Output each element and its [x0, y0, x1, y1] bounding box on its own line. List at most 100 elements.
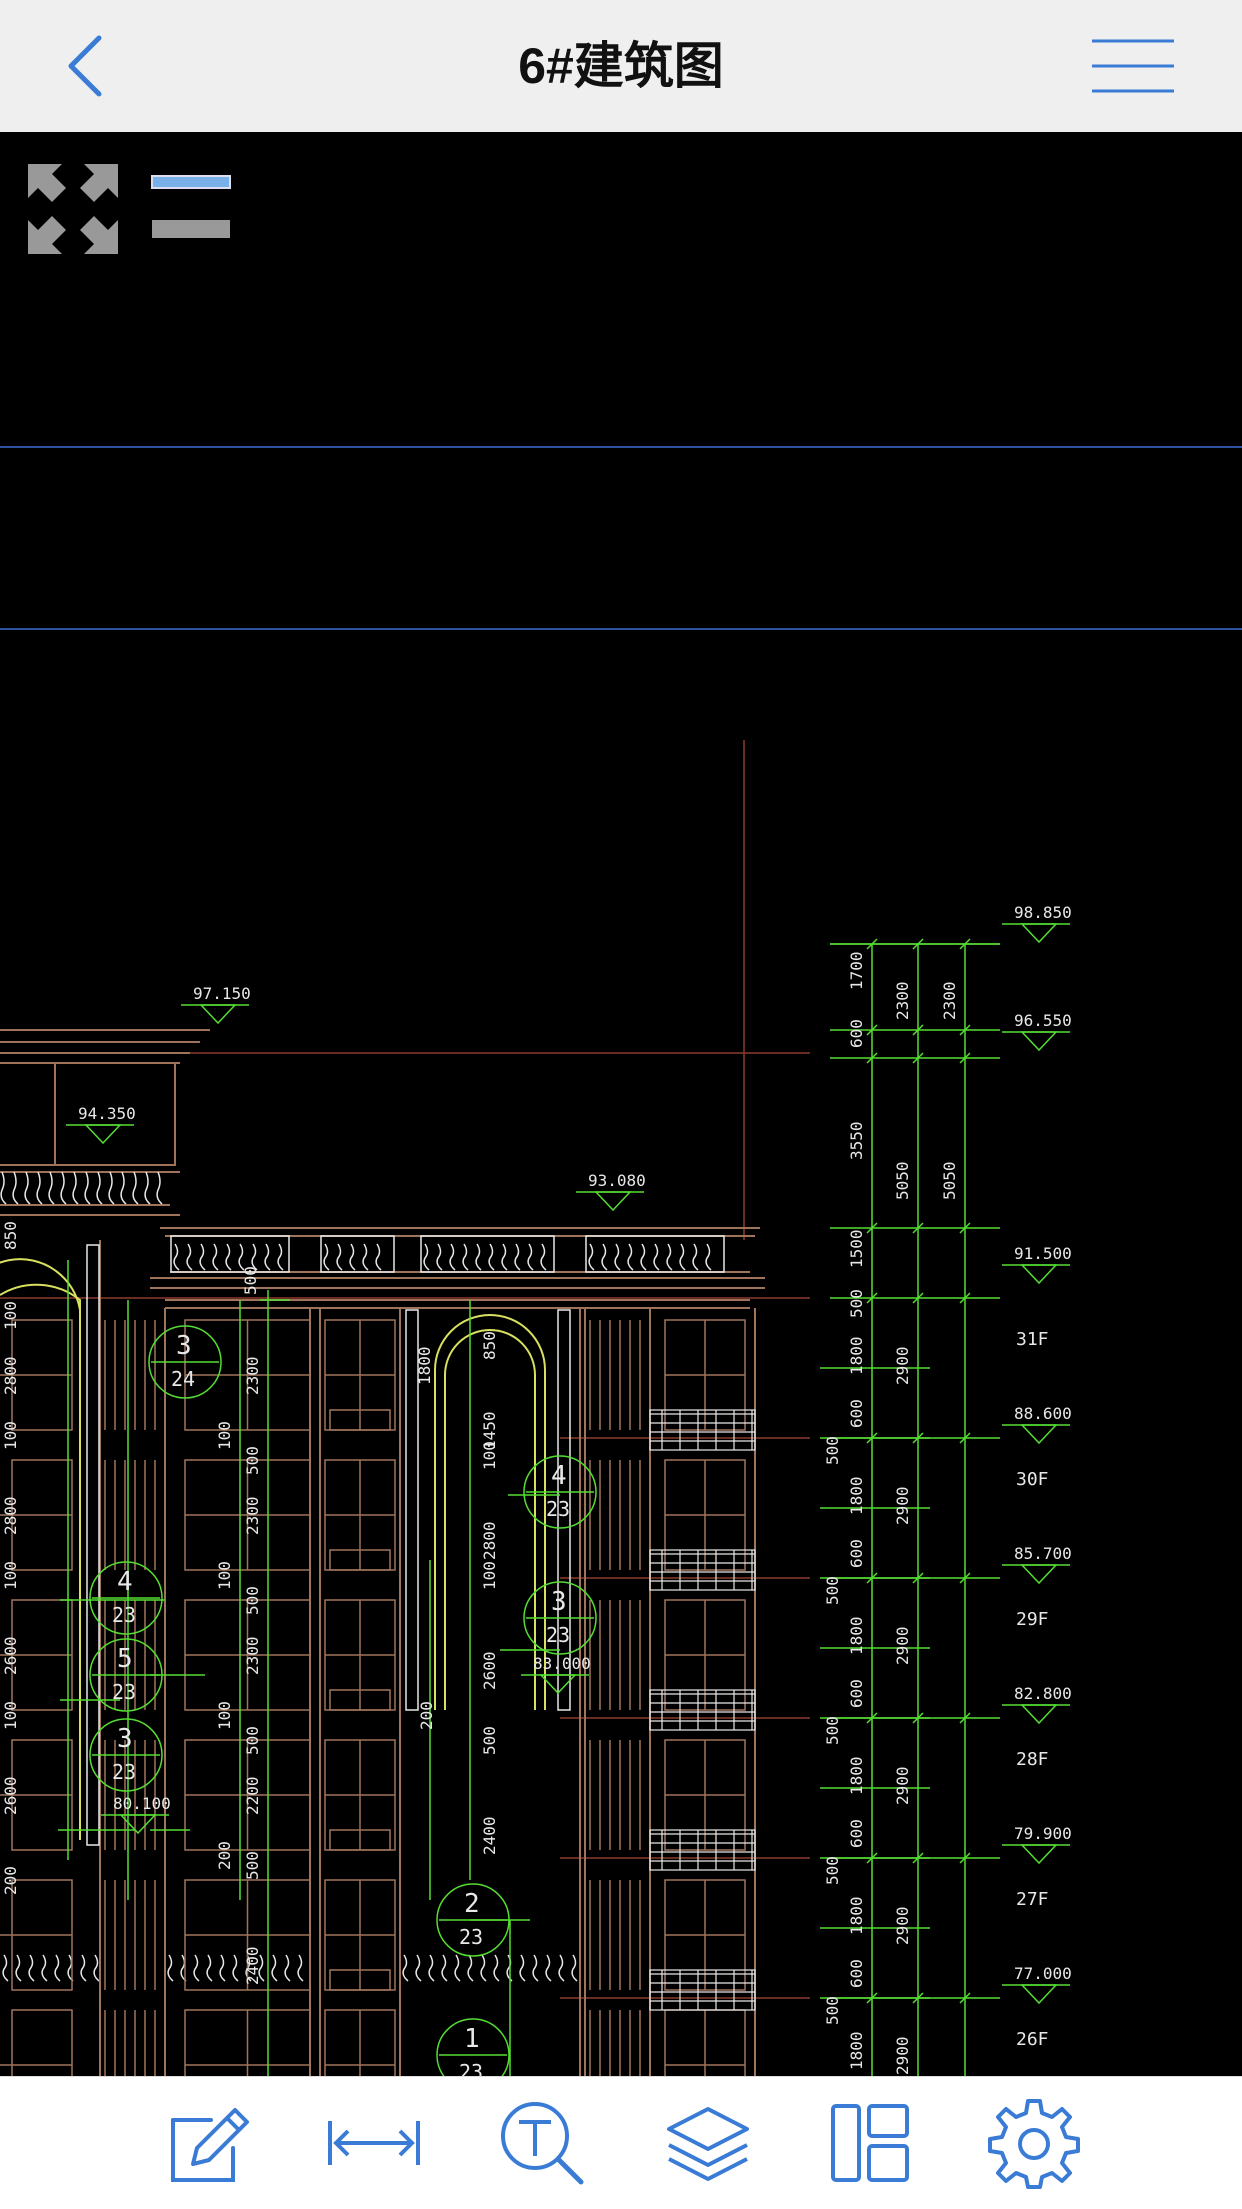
baluster: [402, 1954, 409, 1982]
dimension-label: 1800: [847, 1616, 866, 1655]
callout-sheet: 23: [112, 1680, 136, 1704]
baluster: [423, 1243, 430, 1271]
baluster: [225, 1243, 232, 1271]
baluster: [558, 1954, 565, 1982]
baluster: [588, 1243, 595, 1271]
expand-arrows-icon: [28, 164, 118, 254]
layer-bars-icon: [151, 175, 231, 238]
dimension-label: 2900: [893, 1346, 912, 1385]
callout-number: 4: [117, 1567, 133, 1597]
callout-number: 1: [464, 2024, 480, 2054]
baluster: [467, 1954, 474, 1982]
text-search-icon: [501, 2102, 584, 2185]
baluster: [601, 1243, 608, 1271]
elevation-marker: [199, 1004, 237, 1025]
baluster: [48, 1171, 55, 1205]
back-button[interactable]: [50, 30, 120, 102]
dimension-label: 500: [241, 1266, 260, 1295]
layers-button[interactable]: [660, 2095, 756, 2191]
baluster: [640, 1243, 647, 1271]
menu-button[interactable]: [1090, 36, 1176, 96]
baluster: [475, 1243, 482, 1271]
dimension-label: 2900: [893, 1766, 912, 1805]
baluster: [653, 1243, 660, 1271]
baluster: [297, 1954, 304, 1982]
text-search-button[interactable]: [494, 2095, 590, 2191]
callout-sheet: 23: [112, 1603, 136, 1627]
annotate-button[interactable]: [160, 2095, 256, 2191]
elevation-marker: [1020, 1844, 1058, 1865]
dimension-label: 100: [1, 1701, 20, 1730]
elevation-label: 93.080: [588, 1171, 646, 1190]
baluster: [514, 1243, 521, 1271]
layout-button[interactable]: [822, 2095, 918, 2191]
baluster: [532, 1954, 539, 1982]
baluster: [277, 1243, 284, 1271]
baluster: [415, 1954, 422, 1982]
dimension-label: 500: [480, 1726, 499, 1755]
elevation-marker: [1020, 1031, 1058, 1052]
layout-panels-icon: [831, 2104, 909, 2182]
elevation-label: 85.700: [1014, 1544, 1072, 1563]
elevation-marker: [594, 1191, 632, 1212]
dimension-label: 600: [847, 1959, 866, 1988]
baluster: [441, 1954, 448, 1982]
dimension-label: 200: [1, 1866, 20, 1895]
dimension-label: 1800: [847, 1476, 866, 1515]
floor-label: 30F: [1016, 1469, 1049, 1490]
baluster: [212, 1243, 219, 1271]
elevation-label: 82.800: [1014, 1684, 1072, 1703]
fullscreen-button[interactable]: [22, 158, 124, 260]
dimension-label: 2900: [893, 1626, 912, 1665]
measure-button[interactable]: [326, 2095, 422, 2191]
dimension-label: 500: [823, 1856, 842, 1885]
elevation-marker: [84, 1124, 122, 1145]
dimension-label: 100: [215, 1561, 234, 1590]
elevation-label: 77.000: [1014, 1964, 1072, 1983]
layers-icon: [667, 2107, 749, 2181]
callout-number: 2: [464, 1889, 480, 1919]
dimension-label: 600: [847, 1819, 866, 1848]
settings-button[interactable]: [986, 2095, 1082, 2191]
baluster: [545, 1954, 552, 1982]
dimension-label: 850: [480, 1331, 499, 1360]
dimension-label: 100: [480, 1561, 499, 1590]
baluster: [449, 1243, 456, 1271]
dimension-label: 1800: [847, 2031, 866, 2070]
elevation-label: 98.850: [1014, 903, 1072, 922]
baluster: [540, 1243, 547, 1271]
cad-drawing-canvas[interactable]: 1700 600 3550 1500 500 1800 600 1800 600 1800 600 1…: [0, 132, 1242, 2076]
dimension-label: 5050: [893, 1161, 912, 1200]
baluster: [428, 1954, 435, 1982]
dimension-label: 600: [847, 1019, 866, 1048]
elevation-label: 80.100: [113, 1794, 171, 1813]
page-title: 6#建筑图: [518, 38, 724, 94]
dimension-label: 500: [243, 1446, 262, 1475]
callout-number: 3: [551, 1587, 567, 1617]
annotate-pencil-icon: [171, 2108, 249, 2182]
dimension-label: 2800: [1, 1496, 20, 1535]
baluster: [120, 1171, 127, 1205]
baluster: [132, 1171, 139, 1205]
baluster: [156, 1171, 163, 1205]
dimension-label: 5050: [940, 1161, 959, 1200]
baluster: [284, 1954, 291, 1982]
elevation-label: 83.000: [533, 1654, 591, 1673]
dimension-label: 500: [847, 1289, 866, 1318]
bottom-toolbar: [0, 2076, 1242, 2209]
cad-drawing: 1700600355015005001800600180060018006001…: [0, 446, 1242, 2076]
dimension-label: 500: [823, 1576, 842, 1605]
baluster: [454, 1954, 461, 1982]
floor-label: 29F: [1016, 1609, 1049, 1630]
baluster: [323, 1243, 330, 1271]
elevation-label: 96.550: [1014, 1011, 1072, 1030]
elevation-marker: [1020, 1984, 1058, 2005]
dimension-label: 200: [215, 1841, 234, 1870]
dimension-label: 2600: [1, 1776, 20, 1815]
dimension-label: 500: [823, 1716, 842, 1745]
dimension-label: 2800: [480, 1521, 499, 1560]
dimension-label: 100: [215, 1421, 234, 1450]
dimension-label: 850: [1, 1221, 20, 1250]
dimension-label: 100: [1, 1561, 20, 1590]
layer-toggle-button[interactable]: [150, 172, 234, 244]
